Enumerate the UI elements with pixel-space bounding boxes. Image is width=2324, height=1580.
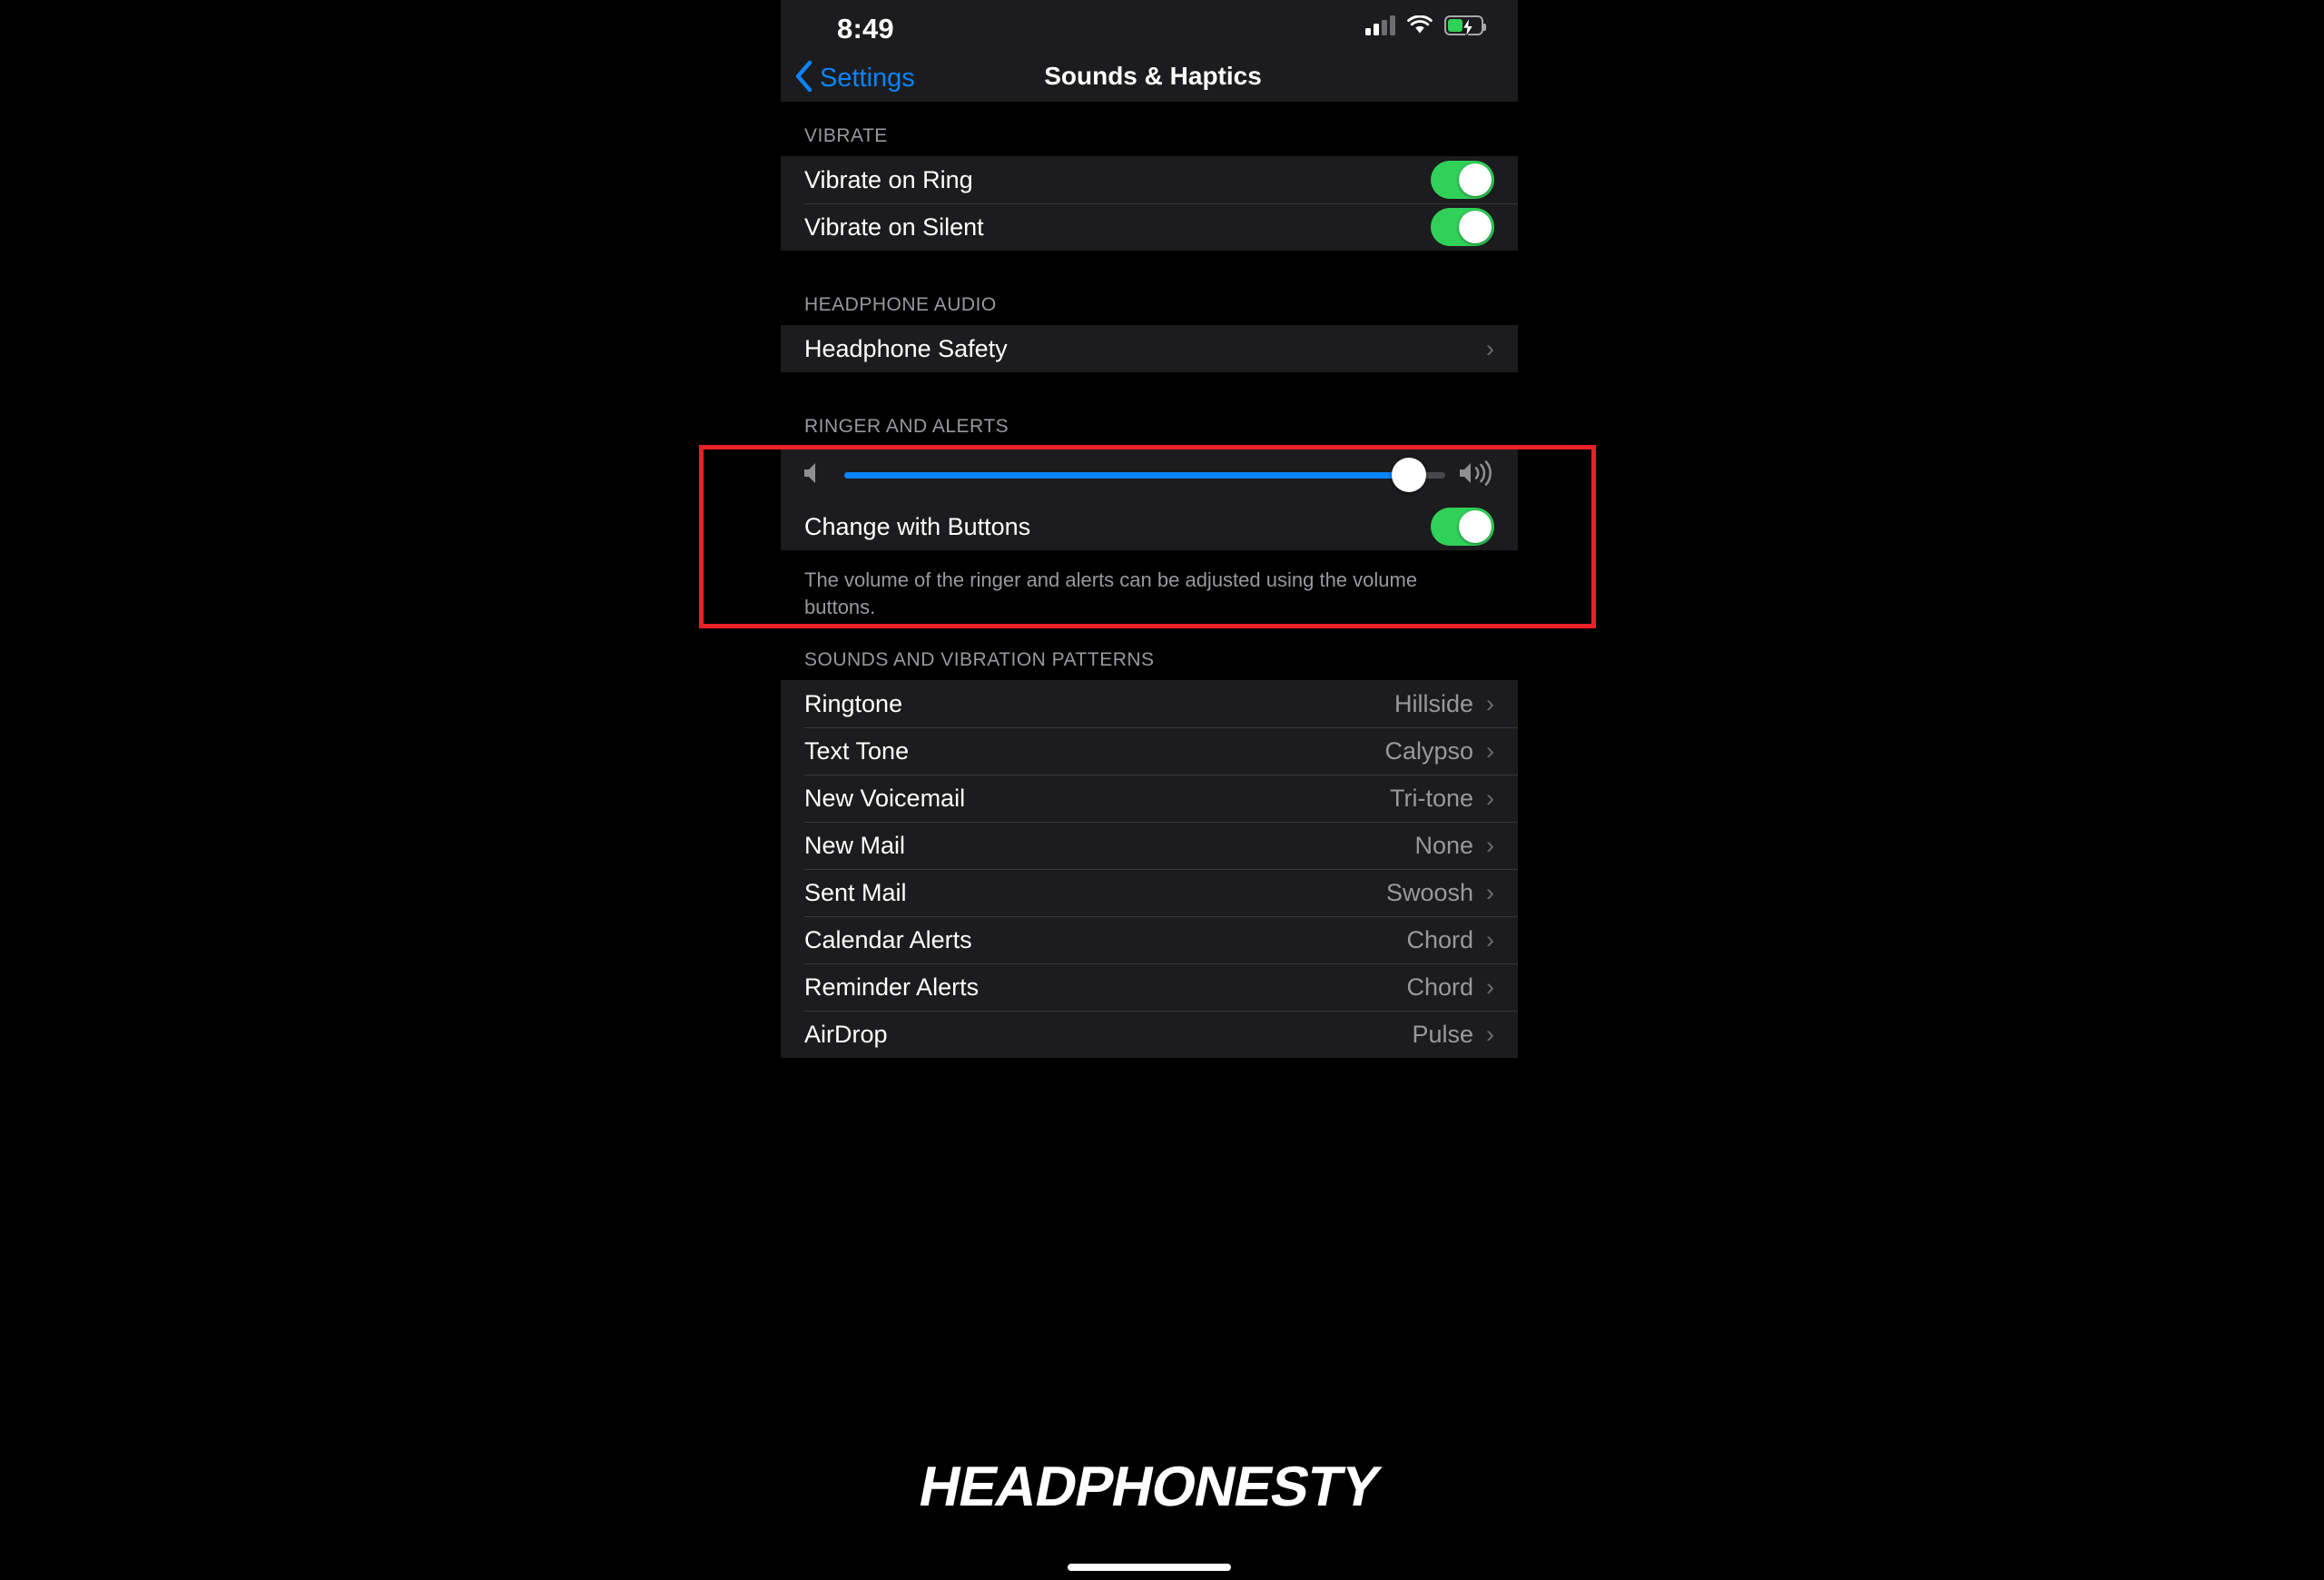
speaker-low-icon [801, 459, 832, 491]
status-bar-time: 8:49 [837, 13, 894, 44]
section-header-sounds-and-vibration-patterns: SOUNDS AND VIBRATION PATTERNS [781, 626, 1518, 681]
slider-fill [844, 471, 1410, 479]
chevron-right-icon: › [1486, 334, 1494, 362]
chevron-right-icon: › [1486, 689, 1494, 717]
screenshot-canvas: 8:49 Settings Sounds & Haptics VIBRATE V… [0, 0, 2324, 1580]
home-indicator[interactable] [1068, 1564, 1231, 1571]
row-label: Ringtone [804, 689, 903, 717]
row-vibrate-on-silent[interactable]: Vibrate on Silent [781, 203, 1518, 251]
row-label: AirDrop [804, 1020, 888, 1048]
ringer-volume-slider[interactable] [844, 456, 1445, 494]
slider-thumb[interactable] [1392, 458, 1427, 492]
row-calendar-alerts[interactable]: Calendar Alerts Chord › [781, 916, 1518, 963]
row-ringtone[interactable]: Ringtone Hillside › [781, 680, 1518, 727]
row-label: New Voicemail [804, 784, 966, 812]
status-bar: 8:49 [781, 0, 1518, 56]
row-headphone-safety[interactable]: Headphone Safety › [781, 325, 1518, 372]
row-text-tone[interactable]: Text Tone Calypso › [781, 727, 1518, 775]
chevron-right-icon: › [1486, 925, 1494, 953]
chevron-right-icon: › [1486, 973, 1494, 1001]
row-value: Swoosh [1385, 878, 1473, 906]
row-vibrate-on-ring[interactable]: Vibrate on Ring [781, 156, 1518, 203]
row-label: Vibrate on Silent [804, 212, 984, 241]
chevron-right-icon: › [1486, 831, 1494, 859]
row-label: Text Tone [804, 736, 910, 765]
row-value: Chord [1406, 925, 1473, 953]
battery-charging-icon [1444, 15, 1486, 38]
row-value: Chord [1406, 973, 1473, 1001]
row-change-with-buttons[interactable]: Change with Buttons [781, 503, 1518, 550]
vibrate-on-ring-toggle[interactable] [1431, 161, 1494, 199]
row-new-mail[interactable]: New Mail None › [781, 822, 1518, 869]
speaker-high-icon [1458, 459, 1498, 491]
lightning-bolt-icon [1462, 16, 1474, 38]
group-headphone-audio: Headphone Safety › [781, 325, 1518, 372]
row-value: None [1414, 831, 1473, 859]
row-label: Change with Buttons [804, 512, 1031, 540]
phone-screen: 8:49 Settings Sounds & Haptics VIBRATE V… [781, 0, 1518, 1580]
change-with-buttons-toggle[interactable] [1431, 508, 1494, 546]
chevron-right-icon: › [1486, 1020, 1494, 1048]
row-label: Headphone Safety [804, 334, 1008, 362]
settings-list[interactable]: VIBRATE Vibrate on Ring Vibrate on Silen… [781, 102, 1518, 1580]
row-reminder-alerts[interactable]: Reminder Alerts Chord › [781, 963, 1518, 1011]
navigation-bar: Settings Sounds & Haptics [781, 56, 1518, 102]
group-sounds-and-vibration-patterns: Ringtone Hillside › Text Tone Calypso › … [781, 680, 1518, 1059]
chevron-right-icon: › [1486, 784, 1494, 812]
row-value: Hillside [1393, 689, 1473, 717]
status-bar-indicators [1365, 15, 1486, 38]
row-label: Reminder Alerts [804, 973, 980, 1001]
watermark-headphonesty: HEADPHONESTY [913, 1456, 1385, 1518]
row-value: Calypso [1384, 736, 1473, 765]
row-value: Tri-tone [1389, 784, 1473, 812]
page-title: Sounds & Haptics [1044, 62, 1262, 90]
row-label: Sent Mail [804, 878, 907, 906]
section-header-ringer-and-alerts: RINGER AND ALERTS [781, 392, 1518, 447]
row-sent-mail[interactable]: Sent Mail Swoosh › [781, 869, 1518, 916]
group-ringer-and-alerts: Change with Buttons [781, 447, 1518, 550]
ringer-volume-slider-row[interactable] [781, 447, 1518, 503]
row-new-voicemail[interactable]: New Voicemail Tri-tone › [781, 775, 1518, 822]
chevron-right-icon: › [1486, 878, 1494, 906]
section-spacer [781, 372, 1518, 392]
row-label: New Mail [804, 831, 906, 859]
group-vibrate: Vibrate on Ring Vibrate on Silent [781, 156, 1518, 251]
cellular-signal-icon [1365, 15, 1395, 35]
vibrate-on-silent-toggle[interactable] [1431, 208, 1494, 246]
row-airdrop[interactable]: AirDrop Pulse › [781, 1011, 1518, 1058]
chevron-right-icon: › [1486, 736, 1494, 765]
row-value: Pulse [1412, 1020, 1473, 1048]
section-header-headphone-audio: HEADPHONE AUDIO [781, 271, 1518, 325]
section-spacer [781, 251, 1518, 271]
toggle-knob [1459, 163, 1492, 196]
ringer-footnote: The volume of the ringer and alerts can … [804, 568, 1418, 618]
wifi-icon [1407, 15, 1433, 35]
section-header-vibrate: VIBRATE [781, 102, 1518, 156]
toggle-knob [1459, 510, 1492, 543]
toggle-knob [1459, 211, 1492, 243]
row-label: Vibrate on Ring [804, 165, 973, 193]
row-label: Calendar Alerts [804, 925, 972, 953]
